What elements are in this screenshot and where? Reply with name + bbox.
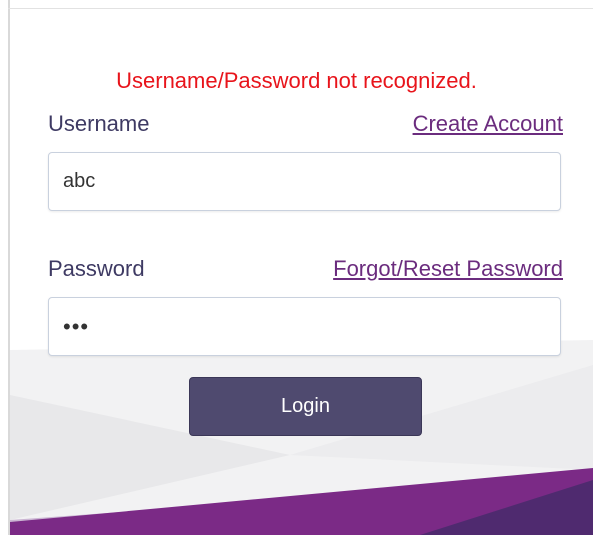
login-panel: Username/Password not recognized. Userna… — [0, 0, 593, 535]
password-input-value: ••• — [63, 314, 90, 339]
username-input-value: abc — [63, 170, 96, 192]
username-input[interactable]: abc — [48, 152, 561, 211]
password-label: Password — [48, 256, 145, 281]
error-message: Username/Password not recognized. — [116, 68, 477, 93]
username-label: Username — [48, 111, 150, 136]
create-account-link[interactable]: Create Account — [413, 110, 563, 138]
forgot-reset-password-link[interactable]: Forgot/Reset Password — [333, 255, 563, 283]
panel-top-border — [8, 8, 593, 9]
password-input[interactable]: ••• — [48, 297, 561, 356]
login-button[interactable]: Login — [189, 377, 422, 436]
